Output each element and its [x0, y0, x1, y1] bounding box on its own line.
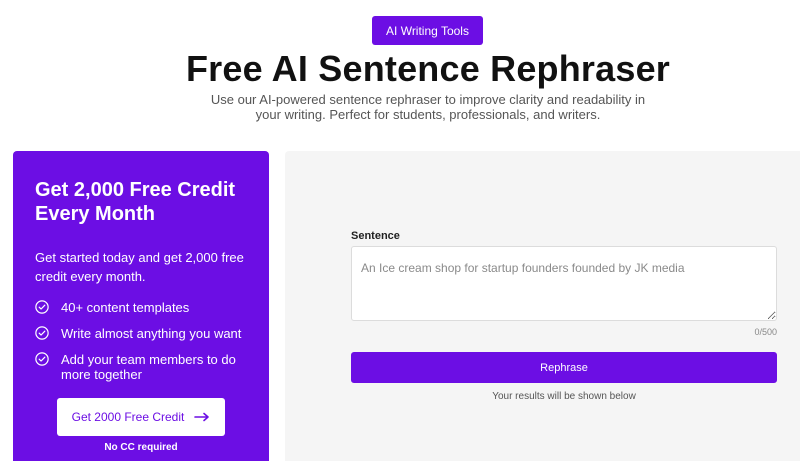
page-subtitle: Use our AI-powered sentence rephraser to…	[0, 92, 800, 122]
no-cc-note: No CC required	[104, 442, 178, 453]
feature-label: 40+ content templates	[61, 300, 190, 315]
category-badge[interactable]: AI Writing Tools	[372, 16, 483, 45]
feature-label: Write almost anything you want	[61, 326, 242, 341]
character-count: 0/500	[754, 327, 777, 337]
get-free-credit-button[interactable]: Get 2000 Free Credit	[57, 398, 225, 436]
subtitle-line-1: Use our AI-powered sentence rephraser to…	[210, 92, 646, 107]
check-circle-icon	[35, 326, 49, 340]
sentence-label: Sentence	[351, 230, 400, 242]
page-title: Free AI Sentence Rephraser	[185, 48, 671, 89]
check-circle-icon	[35, 352, 49, 366]
promo-text: Get started today and get 2,000 free cre…	[35, 250, 244, 284]
results-note: Your results will be shown below	[492, 391, 636, 402]
feature-list: 40+ content templates Write almost anyth…	[35, 300, 247, 382]
arrow-right-icon	[194, 412, 210, 422]
subtitle-line-2: your writing. Perfect for students, prof…	[255, 107, 601, 122]
promo-card: Get 2,000 Free Credit Every Month Get st…	[13, 151, 269, 461]
feature-label: Add your team members to do more togethe…	[61, 352, 236, 382]
feature-item: Add your team members to do more togethe…	[35, 352, 247, 382]
sentence-input[interactable]	[351, 246, 777, 321]
check-circle-icon	[35, 300, 49, 314]
feature-item: Write almost anything you want	[35, 326, 247, 341]
rephraser-panel: Sentence 0/500 Rephrase Your results wil…	[285, 151, 800, 461]
credit-button-label: Get 2000 Free Credit	[71, 410, 185, 424]
feature-item: 40+ content templates	[35, 300, 247, 315]
promo-title: Get 2,000 Free Credit Every Month	[35, 179, 236, 225]
rephrase-button[interactable]: Rephrase	[351, 352, 777, 383]
